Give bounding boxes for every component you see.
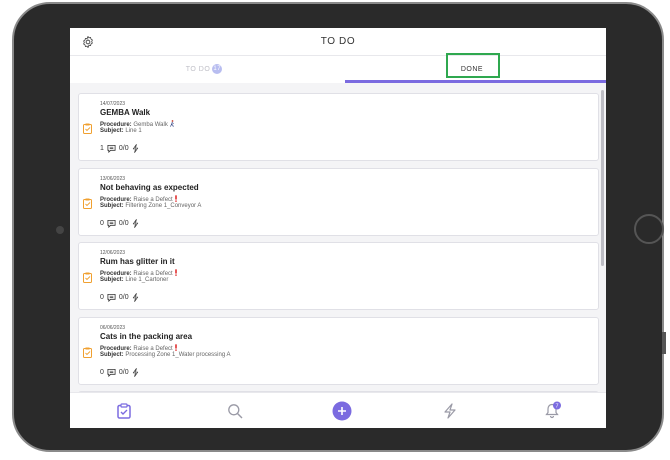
task-meta: 0 0/0 [100,293,139,302]
tab-todo-label: TO DO [185,66,211,73]
camera [56,226,64,234]
lightning-icon [132,219,138,228]
task-procedure: Procedure: Raise a Defect [100,195,178,203]
subject-label: Subject: [100,203,124,209]
task-procedure: Procedure: Gemba Walk [100,120,175,128]
task-date: 12/06/2023 [100,250,126,256]
task-title: GEMBA Walk [100,108,151,117]
subject-value: Processing Zone 1_Water processing A [125,352,231,358]
task-date: 14/07/2023 [100,101,126,107]
exclamation-icon [175,344,178,351]
subject-value: Line 1 [125,128,142,134]
subject-value: Line 1_Cartoner [125,277,169,283]
comment-count: 0 [100,369,104,376]
comment-count: 0 [100,294,104,301]
task-title: Rum has glitter in it [100,257,175,266]
task-date: 06/06/2023 [100,325,126,331]
comment-icon [107,144,116,153]
task-subject: Subject: Processing Zone 1_Water process… [100,352,231,358]
bell-icon[interactable]: 7 [544,401,562,419]
clipboard-icon [83,347,92,358]
comment-icon [107,293,116,302]
task-date: 13/06/2023 [100,176,126,182]
clipboard-icon [83,123,92,134]
task-meta: 1 0/0 [100,144,139,153]
action-count: 0/0 [118,369,129,376]
comment-icon [107,368,116,377]
search-icon[interactable] [227,403,243,419]
action-count: 0/0 [118,294,129,301]
done-tab-highlight [446,53,500,78]
action-count: 0/0 [118,220,129,227]
task-card[interactable]: 12/06/2023 Rum has glitter in it Procedu… [78,242,599,310]
bottom-nav: 7 [70,392,606,428]
clipboard-icon [83,272,92,283]
comment-count: 1 [100,145,104,152]
app-screen: TO DO TO DO 17 DONE 14/07/2023 GEMBA Walk… [70,28,606,428]
task-procedure: Procedure: Raise a Defect [100,344,178,352]
subject-value: Filtering Zone 1_Conveyor A [125,203,202,209]
home-button[interactable] [634,214,664,244]
tab-bar: TO DO 17 DONE [70,56,606,83]
task-card[interactable]: 14/07/2023 GEMBA Walk Procedure: Gemba W… [78,93,599,161]
tab-todo[interactable]: TO DO 17 [70,56,338,83]
lightning-icon [132,144,138,153]
lightning-icon[interactable] [442,403,458,419]
comment-count: 0 [100,220,104,227]
task-meta: 0 0/0 [100,219,139,228]
action-count: 0/0 [118,145,129,152]
top-bar: TO DO [70,28,606,56]
active-tab-indicator [345,80,606,83]
notification-badge: 7 [555,404,558,410]
task-list: 14/07/2023 GEMBA Walk Procedure: Gemba W… [70,86,606,392]
exclamation-icon [175,269,178,276]
page-title: TO DO [320,36,356,47]
task-card[interactable]: 13/06/2023 Not behaving as expected Proc… [78,168,599,236]
exclamation-icon [175,195,178,202]
lightning-icon [132,368,138,377]
tab-todo-count-badge: 17 [212,64,223,75]
task-title: Not behaving as expected [100,183,199,192]
task-procedure: Procedure: Raise a Defect [100,269,178,277]
walking-person-icon [170,120,175,127]
clipboard-icon [83,198,92,209]
subject-label: Subject: [100,277,124,283]
task-subject: Subject: Line 1_Cartoner [100,277,168,283]
comment-icon [107,219,116,228]
task-meta: 0 0/0 [100,368,139,377]
side-button [662,332,666,354]
subject-label: Subject: [100,352,124,358]
clipboard-check-icon[interactable] [116,403,132,419]
list-scrollbar[interactable] [601,90,604,266]
task-subject: Subject: Line 1 [100,128,142,134]
task-card[interactable]: 06/06/2023 Cats in the packing area Proc… [78,317,599,385]
task-title: Cats in the packing area [100,332,193,341]
subject-label: Subject: [100,128,124,134]
lightning-icon [132,293,138,302]
task-subject: Subject: Filtering Zone 1_Conveyor A [100,203,201,209]
plus-circle-icon[interactable] [332,401,352,421]
